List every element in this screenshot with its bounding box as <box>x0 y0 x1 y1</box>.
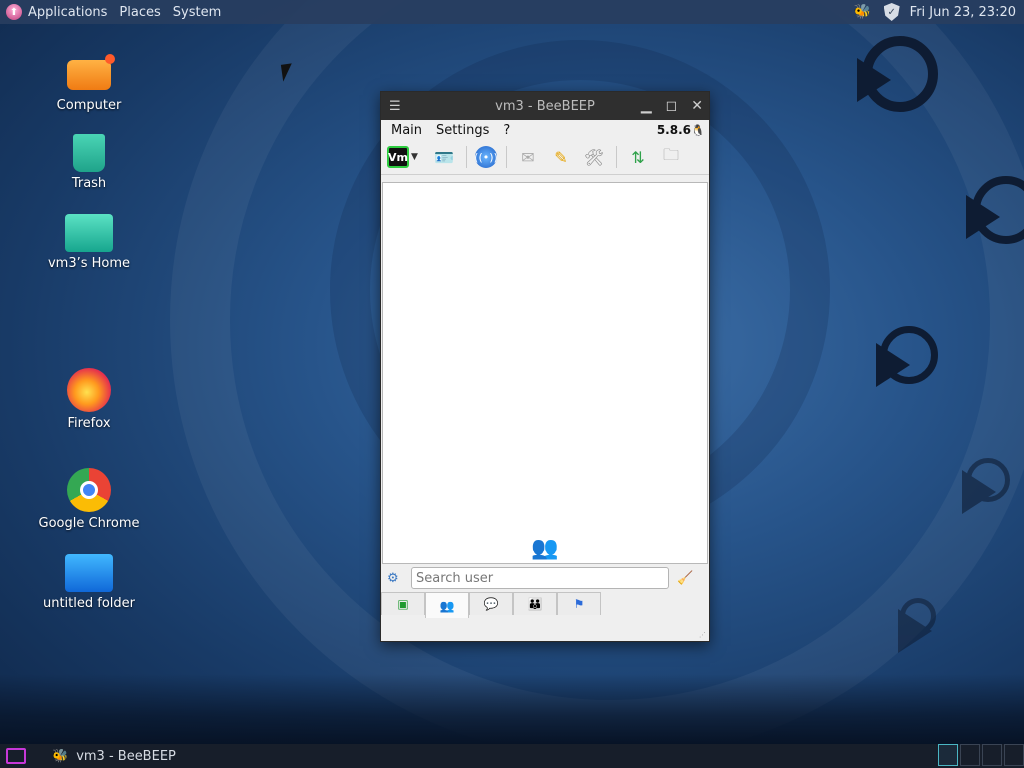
window-toolbar: Vm ▼ 🪪 ((•)) ✉ ✎ 🛠 ⇅ 🗀 <box>381 140 709 175</box>
clear-search-icon[interactable]: 🧹 <box>677 571 693 586</box>
toolbar-separator <box>466 146 467 168</box>
panel-clock[interactable]: Fri Jun 23, 23:20 <box>910 5 1016 20</box>
users-tab-icon: 👥 <box>439 598 455 613</box>
wallpaper-grass <box>0 674 1024 744</box>
window-menu-icon[interactable]: ☰ <box>389 99 401 114</box>
toolbar-separator <box>616 146 617 168</box>
top-panel: ⬆ Applications Places System 🐝 ✓ Fri Jun… <box>0 0 1024 24</box>
desktop-icon-label: vm3’s Home <box>47 256 131 271</box>
window-menubar: Main Settings ? 5.8.6 🐧 <box>381 120 709 140</box>
firefox-icon <box>67 368 111 412</box>
resize-grip[interactable]: ⋰ <box>699 631 707 639</box>
groups-tab-icon: 👪 <box>527 597 543 611</box>
trash-icon <box>73 134 105 172</box>
search-options-icon[interactable]: ⚙ <box>387 571 405 586</box>
mouse-cursor <box>280 63 295 82</box>
tab-chats[interactable]: 💬 <box>469 592 513 615</box>
desktop-icon-label: Trash <box>71 176 107 191</box>
desktop-icon-label: Computer <box>56 98 122 113</box>
bottom-panel: 🐝 vm3 - BeeBEEP <box>0 744 1024 768</box>
beebeep-window: ☰ vm3 - BeeBEEP ▁ ◻ ✕ Main Settings ? 5.… <box>380 91 710 642</box>
update-icon[interactable]: ⇅ <box>625 144 651 170</box>
version-label: 5.8.6 <box>656 123 691 137</box>
system-tray: 🐝 ✓ Fri Jun 23, 23:20 <box>854 0 1016 24</box>
workspace-4[interactable] <box>1004 744 1024 766</box>
taskbar-button-label: vm3 - BeeBEEP <box>76 748 176 764</box>
desktop-icon-label: Firefox <box>67 416 111 431</box>
search-row: ⚙ 🧹 <box>387 564 703 592</box>
search-user-input[interactable] <box>411 567 669 589</box>
panel-menu: ⬆ Applications Places System <box>0 0 233 24</box>
computer-icon <box>67 54 115 90</box>
chats-tab-icon: 💬 <box>483 597 499 611</box>
users-icon: 👥 <box>531 536 559 561</box>
window-titlebar[interactable]: ☰ vm3 - BeeBEEP ▁ ◻ ✕ <box>381 92 709 120</box>
shares-tab-icon: ⚑ <box>573 597 585 611</box>
tab-groups[interactable]: 👪 <box>513 592 557 615</box>
network-icon[interactable]: ((•)) <box>474 146 498 168</box>
minimize-icon[interactable]: ▁ <box>641 98 652 114</box>
status-tab-icon: ▣ <box>397 597 409 611</box>
tab-shares[interactable]: ⚑ <box>557 592 601 615</box>
taskbar-button-beebeep[interactable]: 🐝 vm3 - BeeBEEP <box>52 749 176 764</box>
applications-icon[interactable]: ⬆ <box>6 4 22 20</box>
tab-status[interactable]: ▣ <box>381 592 425 615</box>
tab-users[interactable]: 👥 <box>425 592 469 618</box>
message-icon[interactable]: ✉ <box>515 144 541 170</box>
edit-profile-icon[interactable]: 🪪 <box>431 144 457 170</box>
menu-places[interactable]: Places <box>119 5 160 20</box>
bottom-tabs: ▣ 👥 💬 👪 ⚑ <box>381 592 601 618</box>
menu-settings[interactable]: Settings <box>436 123 489 138</box>
tools-icon[interactable]: 🛠 <box>581 144 607 170</box>
linux-icon: 🐧 <box>691 123 705 137</box>
menu-applications[interactable]: Applications <box>28 5 107 20</box>
workspace-3[interactable] <box>982 744 1002 766</box>
wallpaper-logo <box>962 458 1010 515</box>
desktop-icon-label: Google Chrome <box>38 516 140 531</box>
status-badge[interactable]: Vm <box>387 146 409 168</box>
wallpaper-logo <box>875 326 938 387</box>
home-folder-icon <box>65 214 113 252</box>
edit-icon[interactable]: ✎ <box>548 144 574 170</box>
folder-icon <box>65 554 113 592</box>
menu-help[interactable]: ? <box>503 123 510 138</box>
desktop-icon-label: untitled folder <box>42 596 135 611</box>
maximize-icon[interactable]: ◻ <box>666 98 678 114</box>
workspace-2[interactable] <box>960 744 980 766</box>
workspace-switcher <box>936 744 1024 768</box>
wallpaper-logo <box>898 598 936 653</box>
desktop-icon-home[interactable]: vm3’s Home <box>34 208 144 271</box>
user-list[interactable]: 👥 <box>382 182 708 564</box>
desktop-icon-untitled-folder[interactable]: untitled folder <box>34 548 144 611</box>
desktop-icon-firefox[interactable]: Firefox <box>34 368 144 431</box>
workspace-1[interactable] <box>938 744 958 766</box>
menu-main[interactable]: Main <box>391 123 422 138</box>
wallpaper-logo <box>857 36 938 112</box>
toolbar-separator <box>506 146 507 168</box>
beebeep-bee-icon[interactable]: 🐝 <box>854 4 874 20</box>
desktop-icon-trash[interactable]: Trash <box>34 128 144 191</box>
window-controls: ▁ ◻ ✕ <box>641 92 703 120</box>
show-desktop-icon[interactable] <box>6 748 26 764</box>
folder-icon[interactable]: 🗀 <box>658 144 684 170</box>
menu-system[interactable]: System <box>173 5 221 20</box>
close-icon[interactable]: ✕ <box>691 98 703 114</box>
desktop-icon-computer[interactable]: Computer <box>34 50 144 113</box>
desktop-icon-chrome[interactable]: Google Chrome <box>34 468 144 531</box>
beebeep-bee-icon: 🐝 <box>52 748 69 764</box>
chevron-down-icon[interactable]: ▼ <box>411 144 421 170</box>
chrome-icon <box>67 468 111 512</box>
shield-icon[interactable]: ✓ <box>883 3 900 21</box>
wallpaper-logo <box>966 176 1024 244</box>
